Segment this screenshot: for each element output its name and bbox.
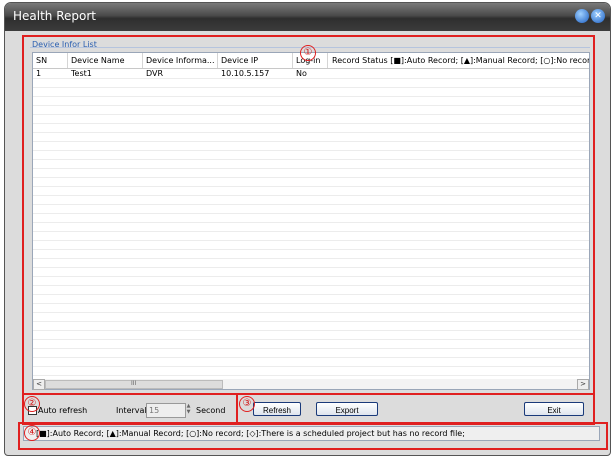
- callout-number-3: ③: [239, 396, 255, 412]
- close-icon[interactable]: ✕: [591, 9, 605, 23]
- callout-box-1: [22, 35, 595, 395]
- minimize-icon[interactable]: [575, 9, 589, 23]
- callout-number-2: ②: [24, 396, 40, 412]
- callout-number-4: ④: [24, 425, 40, 441]
- window-title: Health Report: [13, 9, 96, 23]
- callout-box-2: [22, 393, 238, 425]
- title-bar[interactable]: Health Report ✕: [5, 3, 610, 31]
- callout-box-3: [236, 393, 595, 425]
- callout-number-1: ①: [300, 45, 316, 61]
- callout-box-4: [18, 422, 608, 450]
